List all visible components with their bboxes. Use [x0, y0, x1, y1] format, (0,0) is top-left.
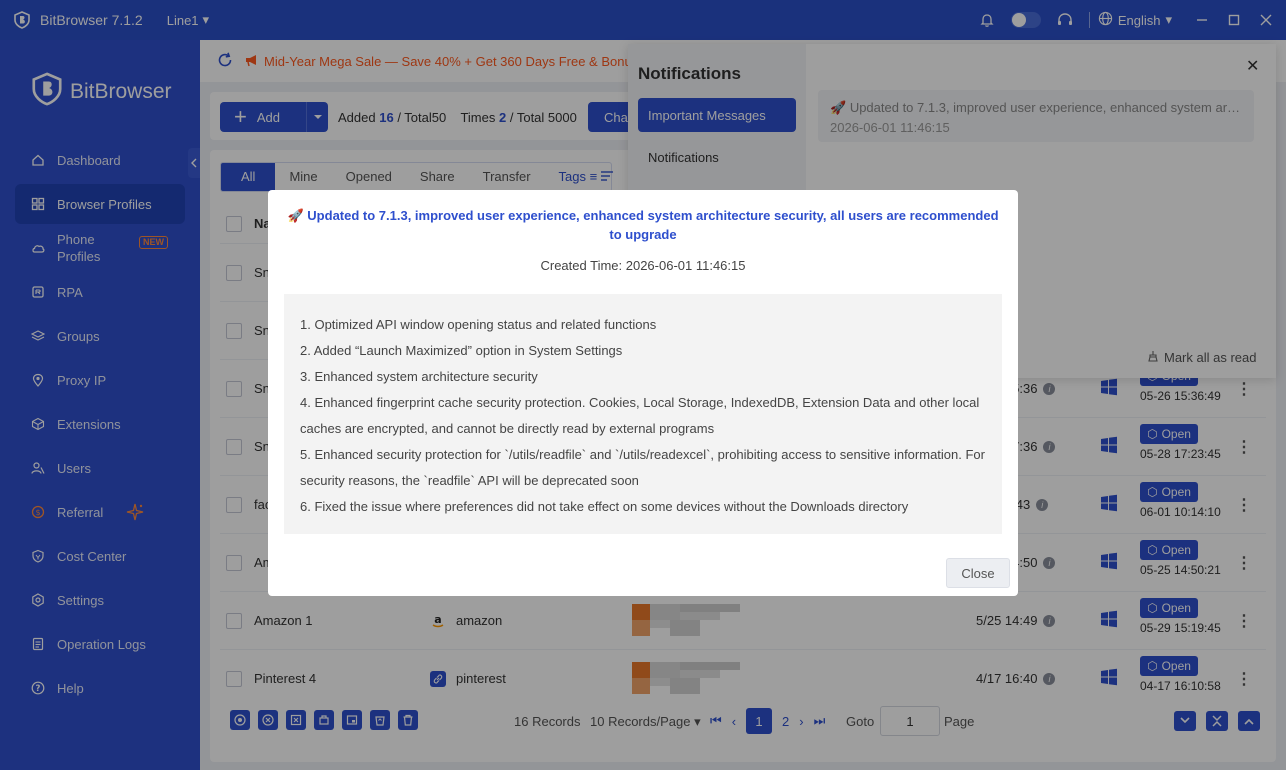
release-note-line: 6. Fixed the issue where preferences did…	[300, 499, 909, 514]
dialog-title: 🚀 Updated to 7.1.3, improved user experi…	[286, 206, 1000, 244]
close-button[interactable]: Close	[946, 558, 1010, 588]
release-note-line: 4. Enhanced fingerprint cache security p…	[300, 395, 980, 436]
update-notice-dialog: 🚀 Updated to 7.1.3, improved user experi…	[268, 190, 1018, 596]
created-time: Created Time: 2026-06-01 11:46:15	[540, 258, 746, 273]
release-note-line: 1. Optimized API window opening status a…	[300, 317, 657, 332]
release-notes: 1. Optimized API window opening status a…	[284, 294, 1002, 534]
release-note-line: 5. Enhanced security protection for `/ut…	[300, 447, 985, 488]
dialog-title-text: Updated to 7.1.3, improved user experien…	[307, 208, 999, 242]
release-note-line: 2. Added “Launch Maximized” option in Sy…	[300, 343, 623, 358]
release-note-line: 3. Enhanced system architecture security	[300, 369, 538, 384]
rocket-icon: 🚀	[287, 208, 304, 223]
